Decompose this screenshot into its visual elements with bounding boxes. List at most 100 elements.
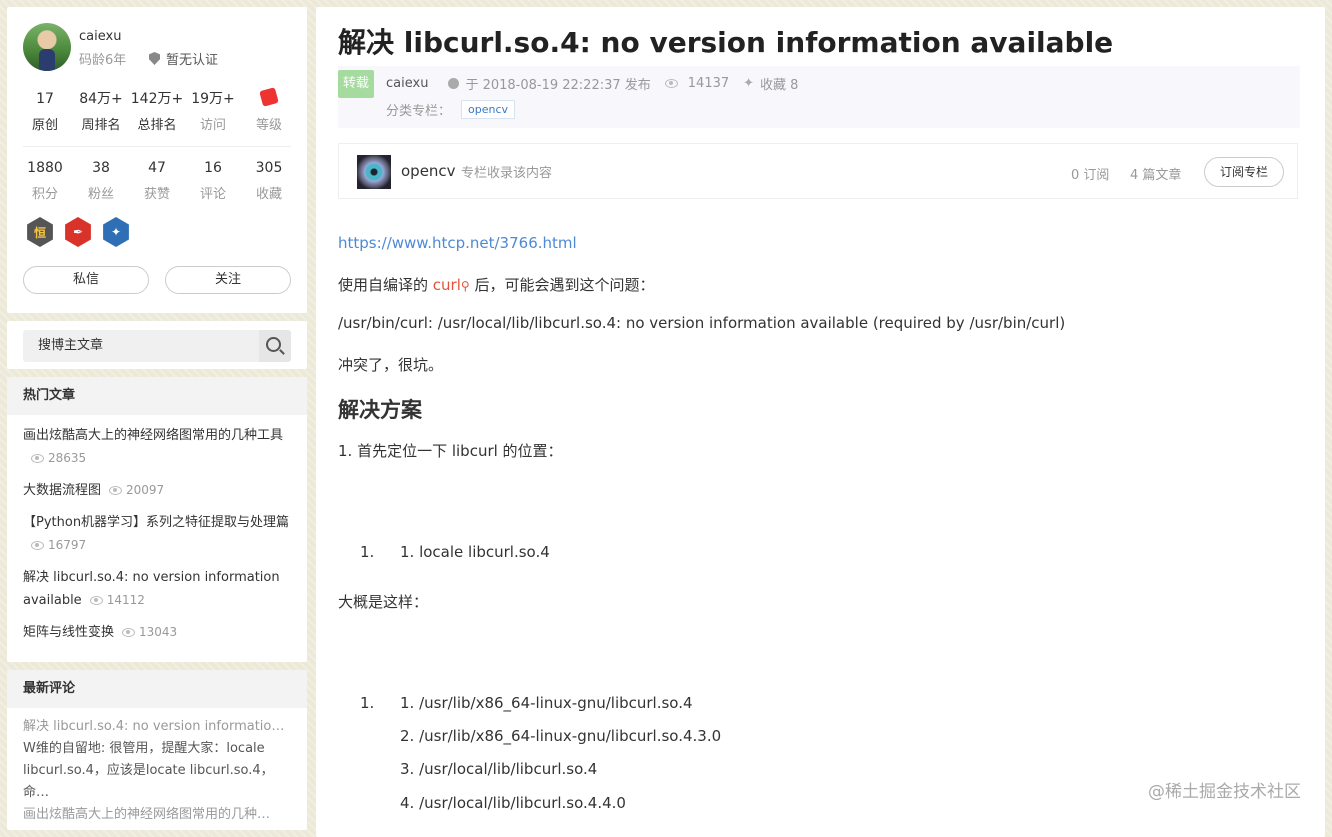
follow-button[interactable]: 关注 bbox=[165, 266, 291, 294]
comment-item[interactable]: 解决 libcurl.so.4: no version information … bbox=[7, 716, 307, 804]
code-line: 1. locale libcurl.so.4 bbox=[400, 543, 550, 561]
hot-articles-title: 热门文章 bbox=[7, 377, 307, 415]
keyword-link[interactable]: curl bbox=[433, 276, 461, 294]
code-line-number: 1. bbox=[360, 543, 375, 561]
hot-article-title[interactable]: 解决 libcurl.so.4: no version information … bbox=[23, 570, 280, 608]
stat-total-rank[interactable]: 142万+ 总排名 bbox=[129, 89, 185, 133]
column-post-count: 4 篇文章 bbox=[1130, 168, 1182, 183]
stat-label: 收藏 bbox=[255, 187, 282, 202]
view-count: 28635 bbox=[48, 451, 87, 465]
comment-article[interactable]: 画出炫酷高大上的神经网络图常用的几种… bbox=[23, 804, 291, 826]
hot-article-title[interactable]: 画出炫酷高大上的神经网络图常用的几种工具 bbox=[23, 428, 283, 443]
message-button[interactable]: 私信 bbox=[23, 266, 149, 294]
persistence-badge-icon[interactable]: 恒 bbox=[27, 217, 53, 247]
latest-comments-card: 最新评论 解决 libcurl.so.4: no version informa… bbox=[7, 670, 307, 830]
blue-badge-icon[interactable]: ✦ bbox=[103, 217, 129, 247]
favorite-icon[interactable]: ✦ bbox=[743, 76, 754, 91]
paragraph: 冲突了，很坑。 bbox=[338, 356, 444, 374]
stat-value: 19万+ bbox=[191, 91, 235, 107]
stat-value: 1880 bbox=[27, 160, 63, 176]
avatar[interactable] bbox=[23, 23, 71, 71]
repost-tag: 转载 bbox=[338, 70, 374, 98]
stat-label: 原创 bbox=[31, 118, 58, 133]
profile-username[interactable]: caiexu bbox=[79, 29, 121, 44]
author-link[interactable]: caiexu bbox=[386, 76, 428, 91]
pen-badge-icon[interactable]: ✒ bbox=[65, 217, 91, 247]
comment-item[interactable]: 画出炫酷高大上的神经网络图常用的几种… bbox=[7, 804, 307, 826]
comment-article[interactable]: 解决 libcurl.so.4: no version information … bbox=[23, 716, 291, 738]
article-views: 14137 bbox=[687, 76, 730, 91]
category-tag[interactable]: opencv bbox=[461, 100, 516, 119]
stat-value: 305 bbox=[255, 160, 283, 176]
comment-body: W维的自留地: 很管用，提醒大家：locale libcurl.so.4，应该是… bbox=[23, 741, 274, 800]
stat-label: 评论 bbox=[199, 187, 226, 202]
text: 使用自编译的 bbox=[338, 276, 433, 294]
category-label: 分类专栏： bbox=[386, 104, 452, 119]
list-item[interactable]: 大数据流程图 20097 bbox=[23, 479, 291, 502]
stat-weekly-rank[interactable]: 84万+ 周排名 bbox=[73, 89, 129, 133]
eye-icon bbox=[122, 628, 136, 637]
column-desc: 专栏收录该内容 bbox=[461, 166, 553, 181]
hot-article-title[interactable]: 矩阵与线性变换 bbox=[23, 625, 114, 640]
stat-likes: 47 获赞 bbox=[129, 158, 185, 202]
stat-level[interactable]: 等级 bbox=[241, 87, 297, 133]
code-age: 码龄6年 bbox=[79, 53, 127, 68]
latest-comments-title: 最新评论 bbox=[7, 670, 307, 708]
search-icon[interactable]: ⚲ bbox=[461, 279, 470, 293]
stat-value: 84万+ bbox=[79, 91, 123, 107]
stat-label: 访问 bbox=[199, 118, 226, 133]
article-meta: 转载 caiexu 于 2018-08-19 22:22:37 发布 14137… bbox=[338, 66, 1300, 128]
stat-value: 16 bbox=[204, 160, 222, 176]
eye-icon bbox=[31, 454, 44, 463]
stats-row-1: 17 原创 84万+ 周排名 142万+ 总排名 19万+ 访问 等级 bbox=[17, 87, 297, 133]
eye-icon bbox=[31, 541, 44, 550]
category-row: 分类专栏： opencv bbox=[386, 100, 516, 119]
code-line: 3. /usr/local/lib/libcurl.so.4 bbox=[400, 760, 598, 778]
hot-article-title[interactable]: 大数据流程图 bbox=[23, 483, 101, 498]
stat-value: 142万+ bbox=[130, 91, 184, 107]
article-title: 解决 libcurl.so.4: no version information … bbox=[338, 26, 1114, 59]
text: 后，可能会遇到这个问题： bbox=[469, 276, 655, 294]
stat-original[interactable]: 17 原创 bbox=[17, 89, 73, 133]
watermark: @稀土掘金技术社区 bbox=[1148, 782, 1301, 802]
stat-label: 积分 bbox=[31, 187, 58, 202]
list-item[interactable]: 解决 libcurl.so.4: no version information … bbox=[23, 566, 291, 612]
search-card: 搜博主文章 bbox=[7, 321, 307, 369]
list-item[interactable]: 画出炫酷高大上的神经网络图常用的几种工具 28635 bbox=[23, 424, 291, 470]
meta-line: caiexu 于 2018-08-19 22:22:37 发布 14137 ✦ … bbox=[386, 74, 798, 93]
stat-comments: 16 评论 bbox=[185, 158, 241, 202]
code-line: 2. /usr/lib/x86_64-linux-gnu/libcurl.so.… bbox=[400, 727, 722, 745]
eye-icon bbox=[89, 596, 103, 605]
article-card: 解决 libcurl.so.4: no version information … bbox=[316, 7, 1325, 837]
stat-value: 47 bbox=[148, 160, 166, 176]
search-button[interactable] bbox=[259, 330, 291, 362]
paragraph: 大概是这样： bbox=[338, 593, 429, 611]
subscribe-column-button[interactable]: 订阅专栏 bbox=[1204, 157, 1284, 187]
list-item[interactable]: 矩阵与线性变换 13043 bbox=[23, 621, 291, 644]
column-thumbnail[interactable] bbox=[357, 155, 391, 189]
eye-icon bbox=[109, 486, 123, 495]
search-input[interactable]: 搜博主文章 bbox=[23, 330, 259, 362]
stats-row-2: 1880 积分 38 粉丝 47 获赞 16 评论 305 收藏 bbox=[17, 158, 297, 202]
certification-label: 暂无认证 bbox=[166, 53, 219, 68]
search-icon bbox=[266, 337, 281, 352]
column-name[interactable]: opencv bbox=[401, 162, 456, 180]
paragraph: 1. 首先定位一下 libcurl 的位置： bbox=[338, 442, 563, 460]
source-link[interactable]: https://www.htcp.net/3766.html bbox=[338, 234, 577, 252]
paragraph: 使用自编译的 curl⚲ 后，可能会遇到这个问题： bbox=[338, 274, 654, 295]
stat-label: 获赞 bbox=[143, 187, 170, 202]
list-item[interactable]: 【Python机器学习】系列之特征提取与处理篇 16797 bbox=[23, 511, 291, 557]
hot-article-title[interactable]: 【Python机器学习】系列之特征提取与处理篇 bbox=[23, 515, 289, 530]
code-line: 1. /usr/lib/x86_64-linux-gnu/libcurl.so.… bbox=[400, 694, 693, 712]
column-box: opencv 专栏收录该内容 0 订阅 4 篇文章 订阅专栏 bbox=[338, 143, 1298, 199]
level-icon bbox=[259, 87, 279, 107]
view-count: 16797 bbox=[48, 538, 87, 552]
article-favorites[interactable]: 收藏 8 bbox=[760, 74, 798, 93]
stat-value: 17 bbox=[36, 91, 54, 107]
eye-icon bbox=[664, 79, 678, 88]
code-line-number: 1. bbox=[360, 694, 375, 712]
stat-label: 等级 bbox=[255, 118, 282, 133]
stat-value: 38 bbox=[92, 160, 110, 176]
certification-status: 暂无认证 bbox=[149, 49, 218, 68]
code-line: 4. /usr/local/lib/libcurl.so.4.4.0 bbox=[400, 794, 626, 812]
